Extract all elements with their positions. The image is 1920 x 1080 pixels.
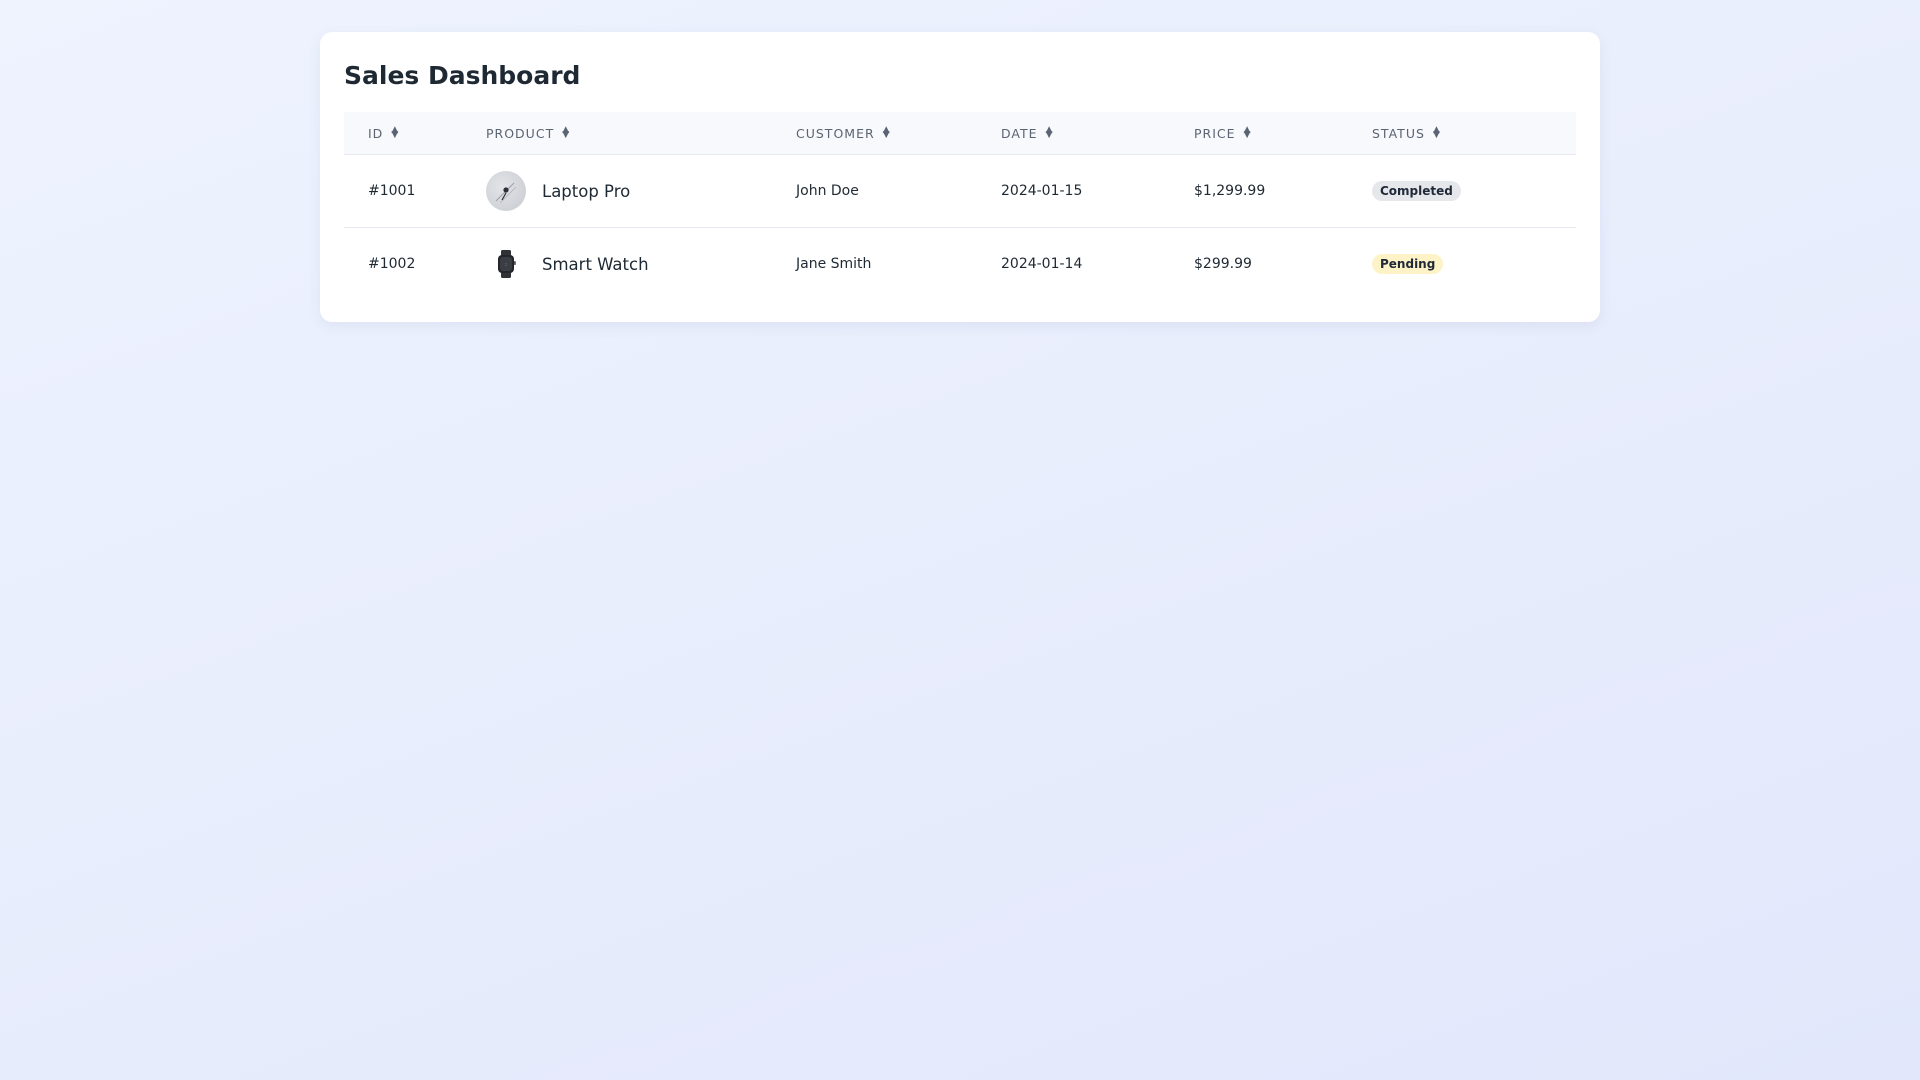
product-name: Laptop Pro xyxy=(542,181,631,201)
smartwatch-thumbnail-icon: : xyxy=(486,244,526,284)
order-id-cell: #1001 xyxy=(344,154,486,228)
column-header-customer[interactable]: CUSTOMER ▲ ▼ xyxy=(796,112,1001,155)
status-badge: Pending xyxy=(1372,254,1444,274)
column-header-product[interactable]: PRODUCT ▲ ▼ xyxy=(486,112,796,155)
column-header-id[interactable]: ID ▲ ▼ xyxy=(344,112,486,155)
column-header-price[interactable]: PRICE ▲ ▼ xyxy=(1194,112,1372,155)
status-cell: Completed xyxy=(1372,154,1576,228)
column-header-label: PRICE xyxy=(1194,125,1236,141)
sort-updown-icon[interactable]: ▲ ▼ xyxy=(562,126,570,140)
customer-cell: Jane Smith xyxy=(796,256,872,272)
product-name: Smart Watch xyxy=(542,254,649,274)
order-id-cell: #1002 xyxy=(368,256,416,272)
status-badge: Completed xyxy=(1372,181,1461,201)
product-cell: : Smart Watch xyxy=(486,228,796,301)
sort-updown-icon[interactable]: ▲ ▼ xyxy=(1244,126,1252,140)
price-cell: $299.99 xyxy=(1194,256,1252,272)
sort-updown-icon[interactable]: ▲ ▼ xyxy=(1046,126,1054,140)
laptop-thumbnail-icon xyxy=(486,171,526,211)
table-row[interactable]: #1002 : Smart Watch Jane Smith 2024-01-1… xyxy=(344,228,1576,301)
column-header-date[interactable]: DATE ▲ ▼ xyxy=(1001,112,1194,155)
customer-cell: John Doe xyxy=(796,154,1001,228)
product-cell: Laptop Pro xyxy=(486,154,796,228)
status-cell: Pending xyxy=(1372,228,1576,301)
price-cell: $1,299.99 xyxy=(1194,154,1372,228)
sales-dashboard-card: Sales Dashboard ID ▲ ▼ PRODUCT ▲ ▼ CUSTO… xyxy=(320,32,1600,322)
column-header-label: DATE xyxy=(1001,125,1038,141)
sales-table: ID ▲ ▼ PRODUCT ▲ ▼ CUSTOMER ▲ ▼ DATE ▲ ▼… xyxy=(344,112,1576,300)
column-header-label: STATUS xyxy=(1372,125,1425,141)
table-row[interactable]: #1001 Laptop Pro John Doe 2024-01-15 $1,… xyxy=(344,154,1576,228)
table-header-row: ID ▲ ▼ PRODUCT ▲ ▼ CUSTOMER ▲ ▼ DATE ▲ ▼… xyxy=(344,112,1576,155)
column-header-status[interactable]: STATUS ▲ ▼ xyxy=(1372,112,1576,155)
date-cell: 2024-01-14 xyxy=(1001,256,1083,272)
page-title: Sales Dashboard xyxy=(344,61,581,90)
date-cell: 2024-01-15 xyxy=(1001,154,1194,228)
sort-updown-icon[interactable]: ▲ ▼ xyxy=(1433,126,1441,140)
column-header-label: PRODUCT xyxy=(486,125,555,141)
column-header-label: CUSTOMER xyxy=(796,125,875,141)
sort-updown-icon[interactable]: ▲ ▼ xyxy=(883,126,891,140)
sort-updown-icon[interactable]: ▲ ▼ xyxy=(391,126,399,140)
column-header-label: ID xyxy=(368,125,384,141)
